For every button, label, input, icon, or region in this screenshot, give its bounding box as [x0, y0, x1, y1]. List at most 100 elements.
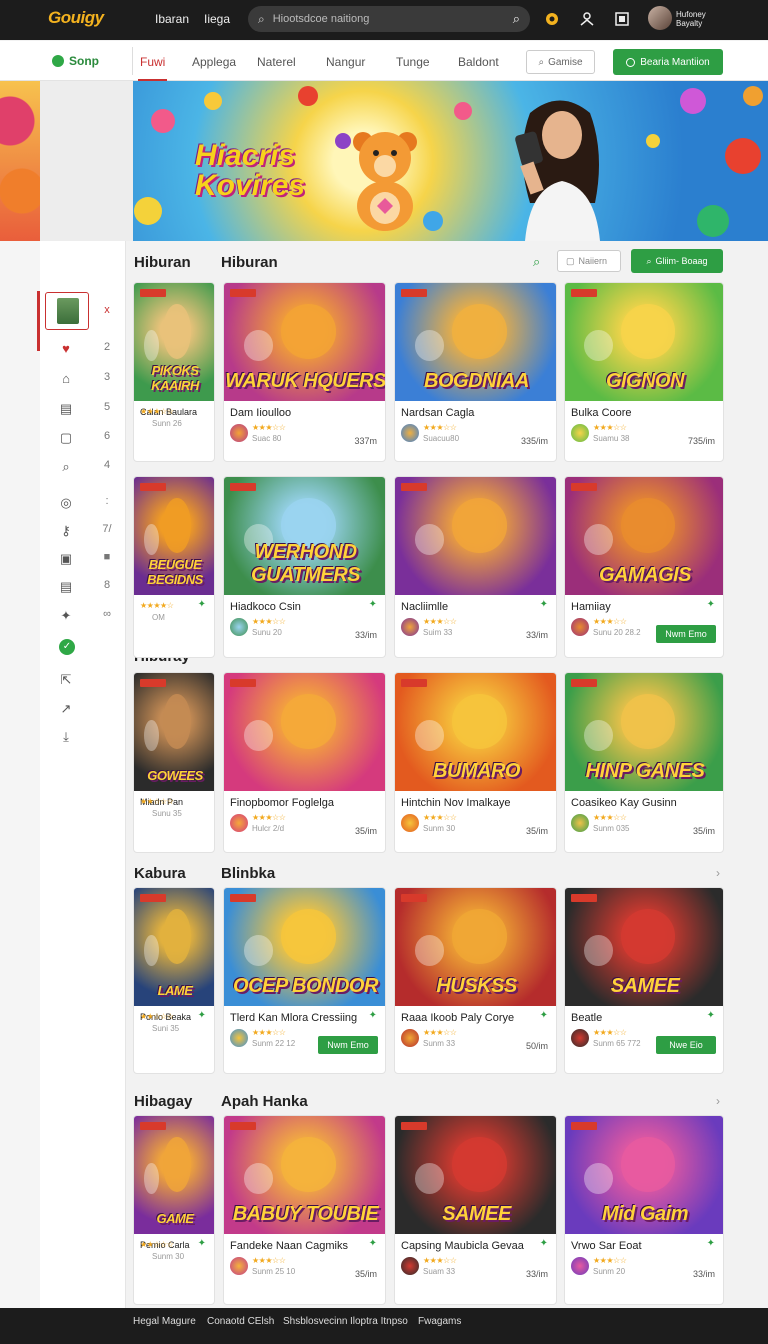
game-card[interactable]: WARUK HQUERS Dam Iioulloo ★★★☆☆ Suac 80 337m — [223, 282, 386, 462]
add-icon[interactable]: ✦ — [369, 1010, 377, 1021]
game-thumbnail[interactable]: OCEP BONDOR — [224, 888, 385, 1006]
add-icon[interactable]: ✦ — [540, 1010, 548, 1021]
game-card[interactable]: WERHOND GUATMERS Hiadkoco Csin ★★★☆☆ Sunu 2… — [223, 476, 386, 658]
download-icon[interactable]: ⤓ — [58, 729, 74, 745]
game-card[interactable]: HINP GANES Coasikeo Kay Gusinn ★★★☆☆ Sunm 0… — [564, 672, 724, 853]
target-icon[interactable]: ◎ — [58, 495, 74, 511]
game-thumbnail[interactable]: SAMEE — [565, 888, 723, 1006]
primary-action-button[interactable]: Bearia Mantiion — [613, 49, 723, 75]
hero-banner[interactable]: Hiacris Kovires — [0, 81, 768, 241]
game-card[interactable]: OCEP BONDOR Tlerd Kan Mlora Cressiing ★★★☆… — [223, 887, 386, 1074]
footer-link[interactable]: Hegal Magure — [133, 1316, 196, 1327]
tab-6[interactable]: Baldont — [458, 55, 499, 69]
puzzle-icon[interactable]: ✦ — [58, 608, 74, 624]
game-title[interactable]: Hiadkoco Csin — [230, 601, 301, 613]
game-thumbnail[interactable]: BEUGUE BEGIDNS — [134, 477, 214, 595]
app-logo[interactable]: Gouigy — [48, 8, 104, 28]
user-name[interactable]: Hufoney Bayalty — [676, 10, 716, 28]
add-icon[interactable]: ✦ — [540, 1238, 548, 1249]
search-icon[interactable]: ⌕ — [58, 459, 74, 475]
game-thumbnail[interactable]: BUMARO — [395, 673, 556, 791]
add-icon[interactable]: ✦ — [198, 1010, 206, 1021]
game-thumbnail[interactable] — [224, 673, 385, 791]
game-card[interactable]: SAMEE Beatle ★★★☆☆ Sunm 65 772 Nwe Eio ✦ — [564, 887, 724, 1074]
chevron-right-icon[interactable]: › — [716, 1094, 720, 1108]
game-thumbnail[interactable]: GAME — [134, 1116, 214, 1234]
game-card[interactable]: BUMARO Hintchin Nov Imalkaye ★★★☆☆ Sunm 30 3… — [394, 672, 557, 853]
game-title[interactable]: Raaa Ikoob Paly Corye — [401, 1012, 514, 1024]
tab-2[interactable]: Applega — [192, 55, 236, 69]
game-title[interactable]: Fandeke Naan Cagmiks — [230, 1240, 348, 1252]
game-title[interactable]: Dam Iioulloo — [230, 407, 291, 419]
game-thumbnail[interactable]: LAME — [134, 888, 214, 1006]
game-title[interactable]: Beatle — [571, 1012, 602, 1024]
add-icon[interactable]: ✦ — [198, 1238, 206, 1249]
game-title[interactable]: Nacliimlle — [401, 601, 448, 613]
search-submit-icon[interactable]: ⌕ — [513, 11, 520, 27]
footer-link[interactable]: Shsblosvecinn — [283, 1316, 347, 1327]
game-title[interactable]: Finopbomor Foglelga — [230, 797, 334, 809]
game-card[interactable]: SAMEE Capsing Maubicla Gevaa ★★★☆☆ Suam 33 3… — [394, 1115, 557, 1305]
add-icon[interactable]: ✦ — [707, 599, 715, 610]
basket-icon[interactable]: ⌂ — [58, 371, 74, 387]
game-title[interactable]: Capsing Maubicla Gevaa — [401, 1240, 524, 1252]
game-thumbnail[interactable]: GOWEES — [134, 673, 214, 791]
game-thumbnail[interactable]: SAMEE — [395, 1116, 556, 1234]
game-thumbnail[interactable]: PIKOKS KAAIRH — [134, 283, 214, 401]
new-button[interactable]: Nwe Eio — [656, 1036, 716, 1054]
topnav-link-1[interactable]: Ibaran — [155, 12, 189, 26]
game-card[interactable]: BOGDNIAA Nardsan Cagla ★★★☆☆ Suacuu80 335/im — [394, 282, 557, 462]
cursor-icon[interactable]: ⇱ — [58, 672, 74, 688]
heart-icon[interactable]: ♥ — [58, 341, 74, 357]
game-card[interactable]: GIGNON Bulka Coore ★★★☆☆ Suamu 38 735/im — [564, 282, 724, 462]
chevron-right-icon[interactable]: › — [716, 866, 720, 880]
bag-icon[interactable]: ▢ — [58, 430, 74, 446]
game-card[interactable]: HUSKSS Raaa Ikoob Paly Corye ★★★☆☆ Sunm 33 5… — [394, 887, 557, 1074]
game-card[interactable]: Nacliimlle ★★★☆☆ Suim 33 33/im ✦ — [394, 476, 557, 658]
tab-5[interactable]: Tunge — [396, 55, 430, 69]
tab-4[interactable]: Nangur — [326, 55, 365, 69]
topnav-link-2[interactable]: Iiega — [204, 12, 230, 26]
footer-link[interactable]: Iloptra Itnpso — [350, 1316, 408, 1327]
tab-1[interactable]: Fuwi — [137, 55, 168, 81]
add-icon[interactable]: ✦ — [707, 1238, 715, 1249]
search-input[interactable]: Hiootsdcoe naitiong — [273, 13, 513, 25]
brand-link[interactable]: Sonp — [52, 54, 99, 68]
add-icon[interactable]: ✦ — [540, 599, 548, 610]
add-icon[interactable]: ✦ — [198, 599, 206, 610]
user-icon[interactable] — [578, 11, 596, 29]
game-card[interactable]: PIKOKS KAAIRH Calan Baulara ★★★☆☆ Sunn 26 — [133, 282, 215, 462]
book-icon[interactable]: ▤ — [58, 401, 74, 417]
check-icon[interactable]: ✓ — [59, 639, 75, 655]
game-card[interactable]: Finopbomor Foglelga ★★★☆☆ Hulcr 2/d 35/im — [223, 672, 386, 853]
game-card[interactable]: GAMAGIS Hamiiay ★★★☆☆ Sunu 20 28.2 Nwm Emo ✦ — [564, 476, 724, 658]
game-title[interactable]: Nardsan Cagla — [401, 407, 474, 419]
game-card[interactable]: GOWEES Miadn Pan ★★☆☆☆ Sunu 35 — [133, 672, 215, 853]
game-title[interactable]: Hintchin Nov Imalkaye — [401, 797, 510, 809]
add-icon[interactable]: ✦ — [369, 599, 377, 610]
game-card[interactable]: Mid Gaim Vrwo Sar Eoat ★★★☆☆ Sunm 20 33/im ✦ — [564, 1115, 724, 1305]
share-icon[interactable]: ↗ — [58, 701, 74, 717]
game-title[interactable]: Bulka Coore — [571, 407, 632, 419]
key-icon[interactable]: ⚷ — [58, 523, 74, 539]
search-icon[interactable]: ⌕ — [533, 254, 540, 270]
game-thumbnail[interactable]: Mid Gaim — [565, 1116, 723, 1234]
game-thumbnail[interactable]: GIGNON — [565, 283, 723, 401]
new-button[interactable]: Nwm Emo — [318, 1036, 378, 1054]
game-title[interactable]: Tlerd Kan Mlora Cressiing — [230, 1012, 357, 1024]
game-thumbnail[interactable]: WARUK HQUERS — [224, 283, 385, 401]
game-card[interactable]: LAME Ponlo Beaka ★★☆☆☆ Suni 35 ✦ — [133, 887, 215, 1074]
games-button[interactable]: ⌕ Gamise — [526, 50, 595, 74]
search-bar[interactable]: ⌕ Hiootsdcoe naitiong ⌕ — [248, 6, 530, 32]
game-title[interactable]: Vrwo Sar Eoat — [571, 1240, 642, 1252]
game-card[interactable]: GAME Pemio Carla ★★☆☆☆ Sunm 30 ✦ — [133, 1115, 215, 1305]
game-title[interactable]: Coasikeo Kay Gusinn — [571, 797, 677, 809]
document-icon[interactable]: ▤ — [58, 579, 74, 595]
sidebar-active-item[interactable] — [45, 292, 89, 330]
footer-link[interactable]: Fwagams — [418, 1316, 461, 1327]
toolbar-action-button[interactable]: ⌕ Gliim- Boaag — [631, 249, 723, 273]
grid-icon[interactable] — [613, 11, 631, 29]
tab-3[interactable]: Naterel — [257, 55, 296, 69]
game-thumbnail[interactable] — [395, 477, 556, 595]
game-title[interactable]: Hamiiay — [571, 601, 611, 613]
